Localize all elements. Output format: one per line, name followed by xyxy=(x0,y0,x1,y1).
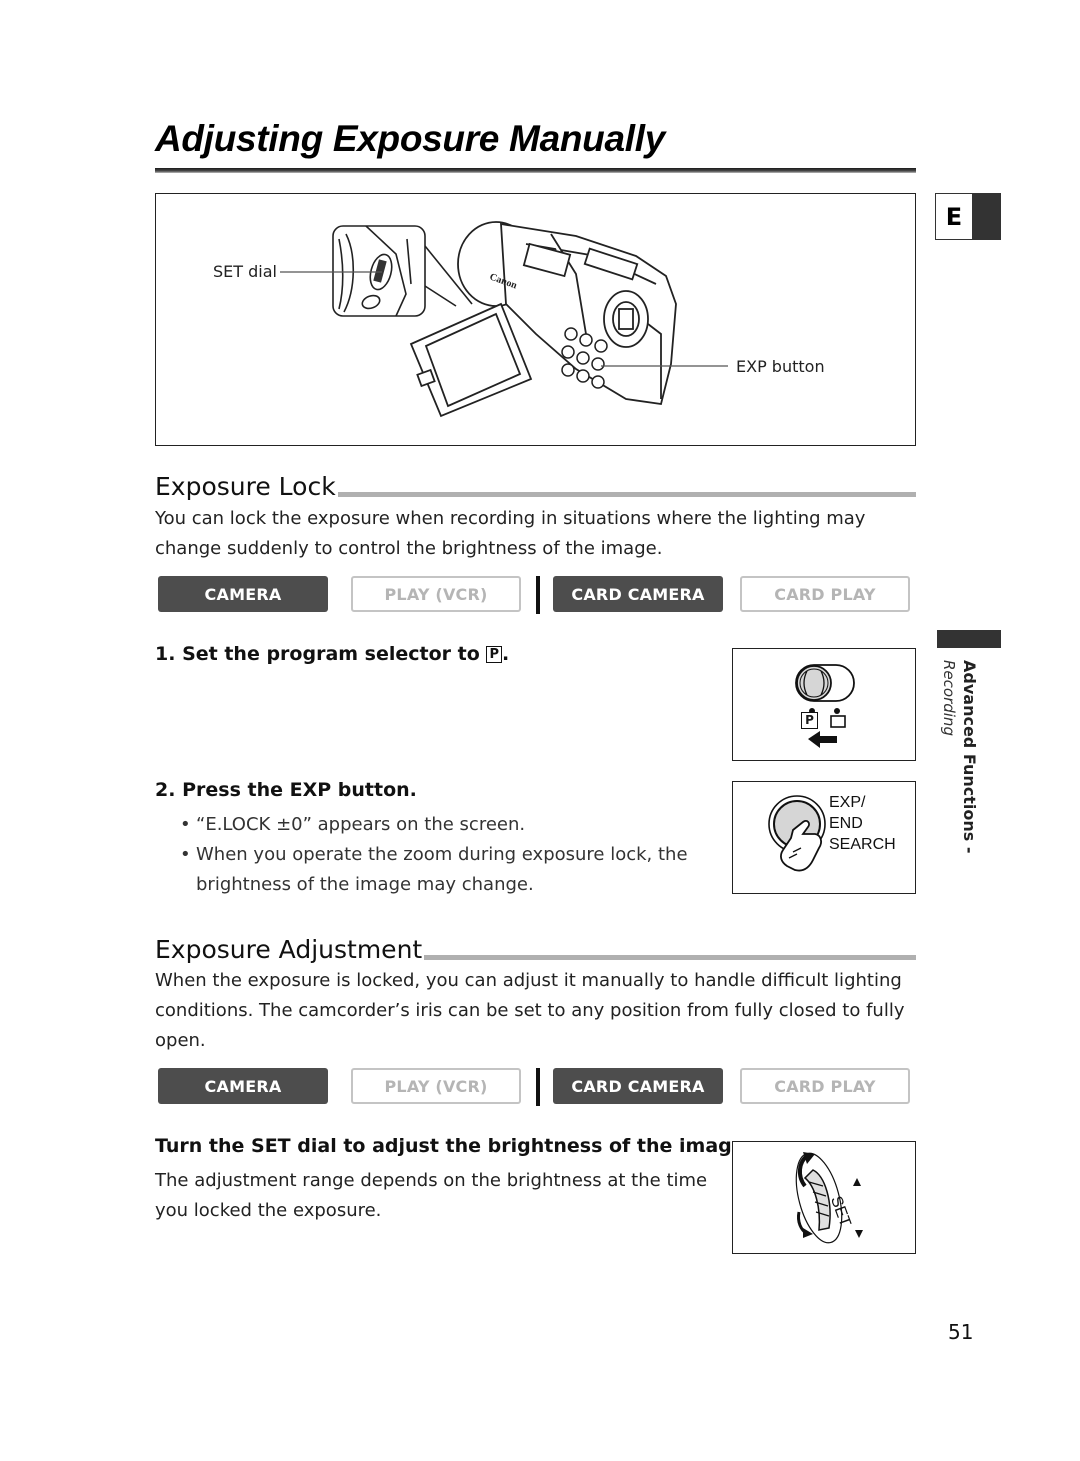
camcorder-illustration: Canon xyxy=(280,221,728,418)
set-dial-note: The adjustment range depends on the brig… xyxy=(155,1170,708,1221)
mode-separator xyxy=(536,1068,540,1106)
set-dial-instruction: Turn the SET dial to adjust the brightne… xyxy=(155,1135,752,1157)
set-dial-label: SET dial xyxy=(213,262,277,281)
set-dial-illustration: SET xyxy=(732,1141,916,1254)
mode-camera: CAMERA xyxy=(158,1068,328,1104)
program-selector-icon xyxy=(795,664,855,748)
section-heading-exposure-adjustment: Exposure Adjustment xyxy=(155,935,425,964)
camcorder-figure: Canon SET dial EXP button xyxy=(155,193,916,446)
step-1-number: 1. xyxy=(155,643,176,665)
mode-card-play: CARD PLAY xyxy=(740,576,910,612)
step-1-suffix: . xyxy=(501,643,510,665)
program-p-icon: P xyxy=(486,646,502,663)
selector-p-label: P xyxy=(801,712,818,729)
program-selector-illustration: P xyxy=(732,648,916,761)
set-dial-icon xyxy=(795,1152,863,1244)
mode-card-camera: CARD CAMERA xyxy=(553,576,723,612)
side-section-label: Advanced Functions - Recording xyxy=(935,660,1005,860)
side-section-main: Advanced Functions - xyxy=(960,660,979,854)
title-rule xyxy=(155,168,916,173)
exposure-adjustment-intro: When the exposure is locked, you can adj… xyxy=(155,970,905,1051)
step-1: 1. Set the program selector to P. xyxy=(155,643,509,665)
exp-button-text: EXP/ END SEARCH xyxy=(829,794,896,853)
mode-indicators-adjustment: CAMERA PLAY (VCR) CARD CAMERA CARD PLAY xyxy=(158,1068,914,1108)
page-title: Adjusting Exposure Manually xyxy=(155,118,665,159)
step-2-bullet-2: • When you operate the zoom during expos… xyxy=(180,844,688,895)
step-1-text: Set the program selector to xyxy=(182,643,480,665)
mode-separator xyxy=(536,576,540,614)
mode-card-camera: CARD CAMERA xyxy=(553,1068,723,1104)
mode-camera: CAMERA xyxy=(158,576,328,612)
side-section-sub: Recording xyxy=(940,660,958,736)
step-2-bullet-1: • “E.LOCK ±0” appears on the screen. xyxy=(180,814,526,835)
step-2-number: 2. xyxy=(155,779,176,801)
step-2-text: Press the EXP button. xyxy=(182,779,417,801)
language-letter: E xyxy=(936,194,973,239)
page-number: 51 xyxy=(948,1320,974,1344)
lcd-panel xyxy=(409,302,533,418)
language-tab-fill xyxy=(973,194,1000,239)
step-2: 2. Press the EXP button. xyxy=(155,779,417,801)
exp-button-label: EXP button xyxy=(736,357,825,376)
exp-button-illustration: EXP/ END SEARCH xyxy=(732,781,916,894)
set-dial-inset xyxy=(332,225,473,317)
mode-play-vcr: PLAY (VCR) xyxy=(351,576,521,612)
side-section-bar xyxy=(937,630,1001,648)
mode-play-vcr: PLAY (VCR) xyxy=(351,1068,521,1104)
language-tab: E xyxy=(935,193,1001,240)
exposure-lock-intro: You can lock the exposure when recording… xyxy=(155,508,866,559)
mode-indicators-lock: CAMERA PLAY (VCR) CARD CAMERA CARD PLAY xyxy=(158,576,914,616)
section-heading-exposure-lock: Exposure Lock xyxy=(155,472,338,501)
mode-card-play: CARD PLAY xyxy=(740,1068,910,1104)
